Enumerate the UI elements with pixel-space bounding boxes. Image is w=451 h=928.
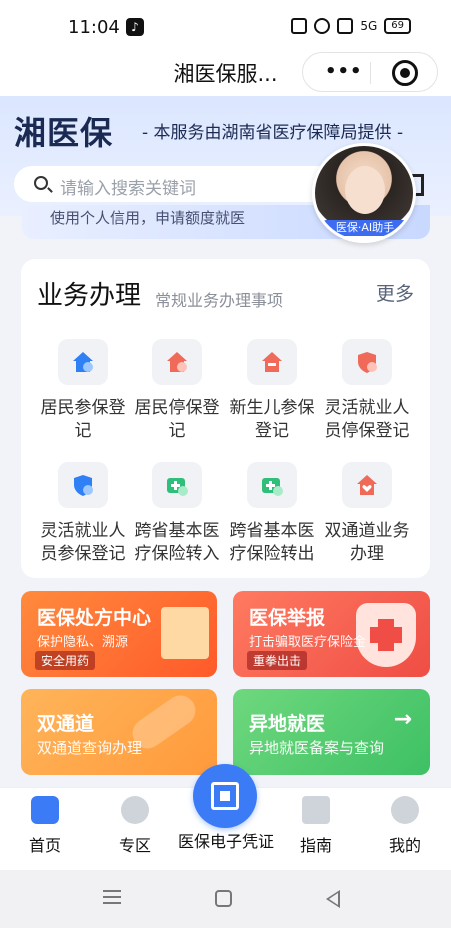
service-flexible-enroll[interactable]: 灵活就业人员参保登记 — [35, 462, 131, 566]
promo-prescription-center[interactable]: 医保处方中心 保护隐私、溯源 安全用药 — [21, 591, 217, 677]
promo-subtitle: 双通道查询办理 — [37, 739, 143, 757]
tab-label: 医保电子凭证 — [178, 832, 275, 851]
promo-title: 双通道 — [37, 713, 95, 735]
home-icon — [31, 796, 59, 824]
tab-label: 专区 — [118, 836, 151, 855]
services-card: 业务办理 常规业务办理事项 更多 居民参保登记 居民停保登记 新生儿参保登记 灵… — [21, 259, 430, 578]
hd-icon — [337, 18, 354, 34]
promo-title: 医保举报 — [249, 607, 326, 629]
promo-subtitle: 打击骗取医疗保险金 — [249, 635, 367, 650]
service-label: 双通道业务办理 — [324, 521, 410, 564]
tab-label: 指南 — [299, 836, 332, 855]
service-label: 居民停保登记 — [134, 398, 220, 441]
tab-home[interactable]: 首页 — [10, 796, 80, 856]
shield-check-icon — [58, 462, 108, 508]
service-resident-enroll[interactable]: 居民参保登记 — [35, 339, 131, 443]
tab-zone[interactable]: 专区 — [100, 796, 170, 856]
promo-title: 医保处方中心 — [37, 607, 152, 629]
back-nav-icon[interactable] — [326, 890, 340, 908]
alarm-icon — [314, 18, 331, 34]
battery-icon: 69 — [384, 18, 411, 34]
promo-fraud-report[interactable]: 医保举报 打击骗取医疗保险金 重拳出击 — [233, 591, 430, 677]
house-check-icon — [58, 339, 108, 385]
tab-me[interactable]: 我的 — [370, 796, 440, 856]
status-bar: 11:04 ♪ 5G 69 — [0, 0, 451, 50]
system-navigation-bar — [0, 870, 451, 928]
pharmacy-icon — [161, 607, 209, 659]
promo-dual-channel[interactable]: 双通道 双通道查询办理 — [21, 689, 217, 775]
provider-note: - 本服务由湖南省医疗保障局提供 - — [142, 123, 404, 143]
service-newborn-enroll[interactable]: 新生儿参保登记 — [224, 339, 320, 443]
promo-title: 异地就医 — [249, 713, 326, 735]
promo-badge: 安全用药 — [35, 651, 96, 670]
search-placeholder: 请输入搜索关键词 — [60, 179, 196, 199]
guide-book-icon — [302, 796, 330, 824]
brand-logo-text: 湘医保 — [14, 114, 114, 152]
arrow-right-icon: → — [393, 707, 412, 732]
system-icons: 5G 69 — [291, 18, 411, 34]
more-options-icon[interactable]: ••• — [325, 63, 363, 81]
tab-guide[interactable]: 指南 — [281, 796, 351, 856]
services-title: 业务办理 — [37, 281, 142, 311]
service-label: 新生儿参保登记 — [229, 398, 315, 441]
ai-assistant-label: 医保·AI助手 — [319, 220, 411, 236]
search-icon — [34, 176, 48, 190]
search-input[interactable]: 请输入搜索关键词 — [14, 166, 344, 202]
medkit-out-icon — [247, 462, 297, 508]
service-dual-channel[interactable]: 双通道业务办理 — [319, 462, 415, 566]
tab-e-certificate[interactable] — [193, 764, 257, 828]
house-baby-icon — [247, 339, 297, 385]
network-label: 5G — [360, 19, 378, 33]
profile-icon — [391, 796, 419, 824]
home-nav-icon[interactable] — [215, 890, 232, 907]
promo-subtitle: 异地就医备案与查询 — [249, 739, 385, 757]
service-label: 跨省基本医疗保险转出 — [229, 521, 315, 564]
recent-apps-icon[interactable] — [103, 890, 121, 904]
shield-minus-icon — [342, 339, 392, 385]
promo-subtitle: 保护隐私、溯源 — [37, 635, 129, 650]
tiktok-icon: ♪ — [126, 18, 144, 36]
service-label: 居民参保登记 — [40, 398, 126, 441]
status-time: 11:04 — [68, 17, 120, 38]
promo-remote-medical[interactable]: → 异地就医 异地就医备案与查询 — [233, 689, 430, 775]
nfc-icon — [291, 18, 308, 34]
house-heart-icon — [342, 462, 392, 508]
house-minus-icon — [152, 339, 202, 385]
service-label: 灵活就业人员参保登记 — [40, 521, 126, 564]
promo-badge: 重拳出击 — [247, 651, 308, 670]
service-label: 跨省基本医疗保险转入 — [134, 521, 220, 564]
assistant-face — [345, 166, 385, 214]
services-more-link[interactable]: 更多 — [376, 279, 414, 306]
ai-assistant-avatar[interactable]: 医保·AI助手 — [312, 143, 416, 243]
service-interprov-out[interactable]: 跨省基本医疗保险转出 — [224, 462, 320, 566]
capsule-divider — [370, 62, 371, 84]
tab-label: 我的 — [388, 836, 421, 855]
service-flexible-stop[interactable]: 灵活就业人员停保登记 — [319, 339, 415, 443]
mini-program-titlebar: 湘医保服... ••• — [0, 50, 451, 96]
service-interprov-in[interactable]: 跨省基本医疗保险转入 — [129, 462, 225, 566]
medkit-in-icon — [152, 462, 202, 508]
service-label: 灵活就业人员停保登记 — [324, 398, 410, 441]
services-subtitle: 常规业务办理事项 — [155, 291, 284, 310]
capsule-menu: ••• — [302, 52, 438, 92]
location-pin-icon — [121, 796, 149, 824]
banner-text: 使用个人信用，申请额度就医 — [50, 209, 246, 227]
service-resident-stop[interactable]: 居民停保登记 — [129, 339, 225, 443]
qr-code-icon — [211, 782, 239, 810]
close-miniprogram-icon[interactable] — [392, 60, 418, 86]
tab-label: 首页 — [28, 836, 61, 855]
